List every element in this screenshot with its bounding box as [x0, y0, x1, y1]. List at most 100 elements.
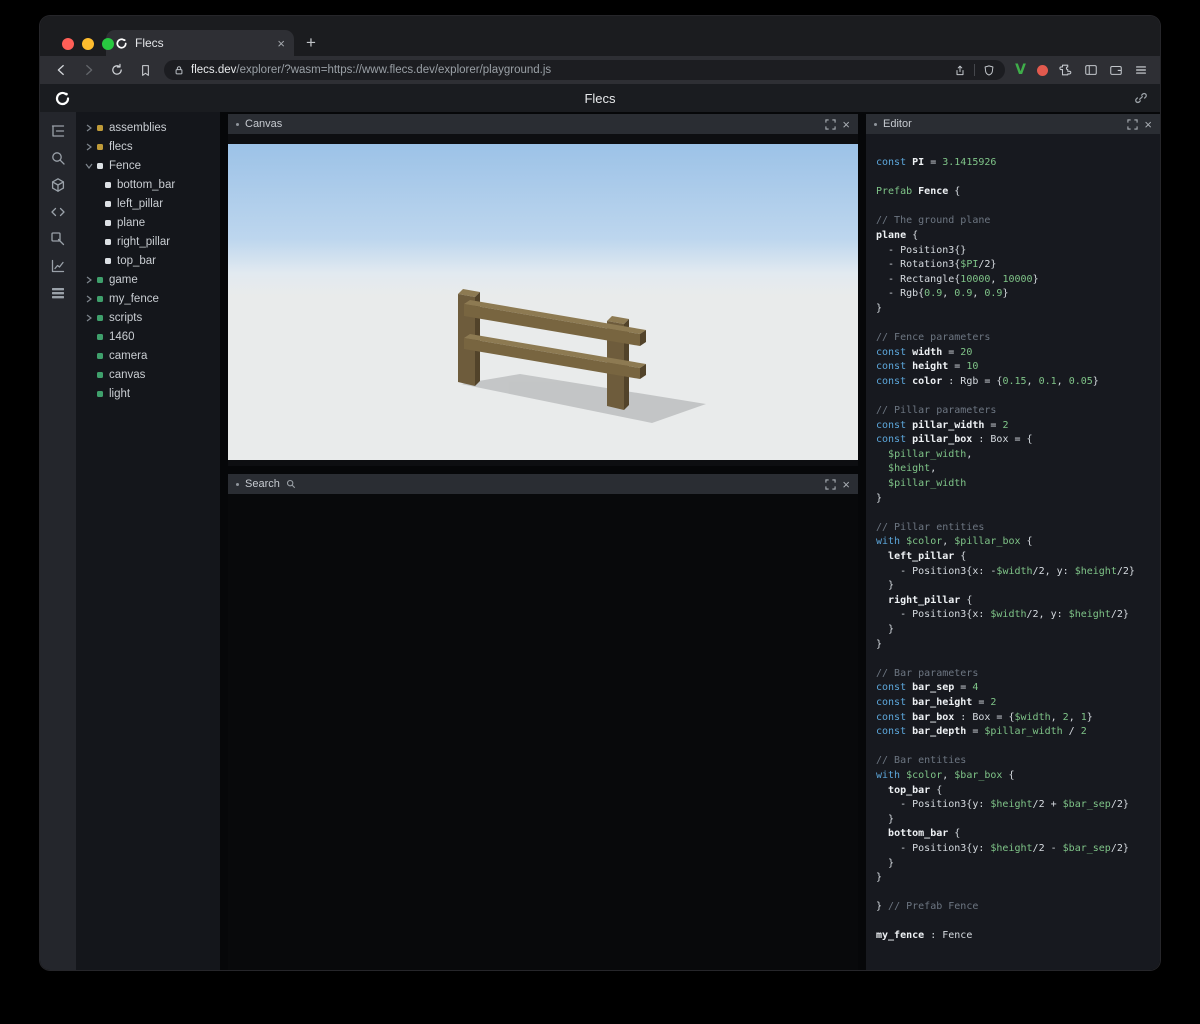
entity-color-dot: [97, 315, 103, 321]
code-line: - Position3{y: $height/2 - $bar_sep/2}: [876, 842, 1150, 857]
extension-icon-red[interactable]: [1037, 65, 1048, 76]
entity-tree-icon[interactable]: [48, 122, 68, 140]
search-icon[interactable]: [48, 149, 68, 167]
chevron-icon[interactable]: [84, 313, 93, 322]
expand-panel-icon[interactable]: [1127, 119, 1138, 130]
code-line: const height = 10: [876, 360, 1150, 375]
chevron-icon[interactable]: [84, 142, 93, 151]
code-line: // The ground plane: [876, 214, 1150, 229]
editor-code[interactable]: const PI = 3.1415926 Prefab Fence { // T…: [866, 134, 1160, 970]
canvas-3d-viewport[interactable]: [228, 144, 858, 460]
entity-color-dot: [97, 296, 103, 302]
stats-icon[interactable]: [48, 257, 68, 275]
code-icon[interactable]: [48, 203, 68, 221]
canvas-panel-header[interactable]: Canvas ×: [228, 114, 858, 134]
search-panel: Search ×: [228, 474, 858, 970]
code-line: // Bar entities: [876, 754, 1150, 769]
tree-item-label: scripts: [109, 312, 142, 324]
close-panel-icon[interactable]: ×: [1144, 118, 1152, 131]
code-line: - Position3{x: -$width/2, y: $height/2}: [876, 565, 1150, 580]
tree-item-scripts[interactable]: scripts: [76, 308, 220, 327]
tab-close-icon[interactable]: ×: [277, 37, 285, 50]
address-bar[interactable]: flecs.dev/explorer/?wasm=https://www.fle…: [164, 60, 1005, 80]
wallet-icon[interactable]: [1109, 63, 1123, 77]
code-line: const pillar_width = 2: [876, 419, 1150, 434]
forward-button[interactable]: [80, 61, 98, 79]
reload-button[interactable]: [108, 61, 126, 79]
entity-color-dot: [97, 372, 103, 378]
code-line: // Bar parameters: [876, 667, 1150, 682]
scene-icon[interactable]: [48, 176, 68, 194]
code-line: const bar_height = 2: [876, 696, 1150, 711]
code-line: [876, 390, 1150, 405]
tree-item-label: light: [109, 388, 130, 400]
tree-item-label: plane: [117, 217, 145, 229]
entity-tree: assemblies flecs Fencebottom_bar left_pilla…: [76, 112, 220, 970]
code-line: const PI = 3.1415926: [876, 156, 1150, 171]
close-panel-icon[interactable]: ×: [842, 478, 850, 491]
code-line: with $color, $pillar_box {: [876, 535, 1150, 550]
code-line: // Pillar parameters: [876, 404, 1150, 419]
chevron-icon[interactable]: [84, 123, 93, 132]
extensions-puzzle-icon[interactable]: [1059, 63, 1073, 77]
tree-item-Fence[interactable]: Fence: [76, 156, 220, 175]
code-line: }: [876, 623, 1150, 638]
code-line: [876, 317, 1150, 332]
share-icon[interactable]: [954, 64, 966, 77]
browser-tab[interactable]: Flecs ×: [106, 30, 294, 56]
table-icon[interactable]: [48, 284, 68, 302]
flecs-logo-icon[interactable]: [54, 90, 71, 107]
editor-panel-header[interactable]: Editor ×: [866, 114, 1160, 134]
browser-toolbar: flecs.dev/explorer/?wasm=https://www.fle…: [40, 56, 1160, 84]
sidebar-toggle-icon[interactable]: [1084, 63, 1098, 77]
code-line: - Position3{}: [876, 244, 1150, 259]
url-text: flecs.dev/explorer/?wasm=https://www.fle…: [191, 64, 551, 76]
tree-item-left_pillar[interactable]: left_pillar: [76, 194, 220, 213]
code-line: my_fence : Fence: [876, 929, 1150, 944]
chevron-icon[interactable]: [84, 294, 93, 303]
code-line: - Rotation3{$PI/2}: [876, 258, 1150, 273]
tree-item-assemblies[interactable]: assemblies: [76, 118, 220, 137]
brave-shield-icon[interactable]: [983, 64, 995, 77]
menu-icon[interactable]: [1134, 63, 1148, 77]
tree-item-label: canvas: [109, 369, 145, 381]
extension-toolbar: V: [1015, 62, 1148, 78]
inspect-icon[interactable]: [48, 230, 68, 248]
tree-item-label: flecs: [109, 141, 133, 153]
tree-item-plane[interactable]: plane: [76, 213, 220, 232]
bookmark-icon[interactable]: [136, 61, 154, 79]
share-link-icon[interactable]: [1134, 91, 1148, 105]
editor-panel: Editor × const PI = 3.1415926 Prefab Fen…: [866, 114, 1160, 970]
expand-panel-icon[interactable]: [825, 119, 836, 130]
tree-item-my_fence[interactable]: my_fence: [76, 289, 220, 308]
zoom-window-button[interactable]: [102, 38, 114, 50]
code-line: }: [876, 871, 1150, 886]
vimium-extension-icon[interactable]: V: [1015, 62, 1026, 78]
tree-item-camera[interactable]: camera: [76, 346, 220, 365]
divider: [974, 64, 975, 76]
tree-item-canvas[interactable]: canvas: [76, 365, 220, 384]
code-line: } // Prefab Fence: [876, 900, 1150, 915]
code-line: $pillar_width: [876, 477, 1150, 492]
tree-item-label: left_pillar: [117, 198, 163, 210]
close-window-button[interactable]: [62, 38, 74, 50]
tree-item-light[interactable]: light: [76, 384, 220, 403]
tree-item-top_bar[interactable]: top_bar: [76, 251, 220, 270]
expand-panel-icon[interactable]: [825, 479, 836, 490]
new-tab-button[interactable]: +: [306, 34, 316, 51]
tree-item-flecs[interactable]: flecs: [76, 137, 220, 156]
tree-item-right_pillar[interactable]: right_pillar: [76, 232, 220, 251]
browser-window: Flecs × + flecs.dev/explorer/?wasm=https…: [40, 16, 1160, 970]
back-button[interactable]: [52, 61, 70, 79]
code-line: const width = 20: [876, 346, 1150, 361]
search-panel-header[interactable]: Search ×: [228, 474, 858, 494]
tree-item-bottom_bar[interactable]: bottom_bar: [76, 175, 220, 194]
code-line: [876, 915, 1150, 930]
close-panel-icon[interactable]: ×: [842, 118, 850, 131]
tree-item-game[interactable]: game: [76, 270, 220, 289]
minimize-window-button[interactable]: [82, 38, 94, 50]
tree-item-1460[interactable]: 1460: [76, 327, 220, 346]
code-line: }: [876, 579, 1150, 594]
chevron-icon[interactable]: [84, 161, 93, 170]
chevron-icon[interactable]: [84, 275, 93, 284]
